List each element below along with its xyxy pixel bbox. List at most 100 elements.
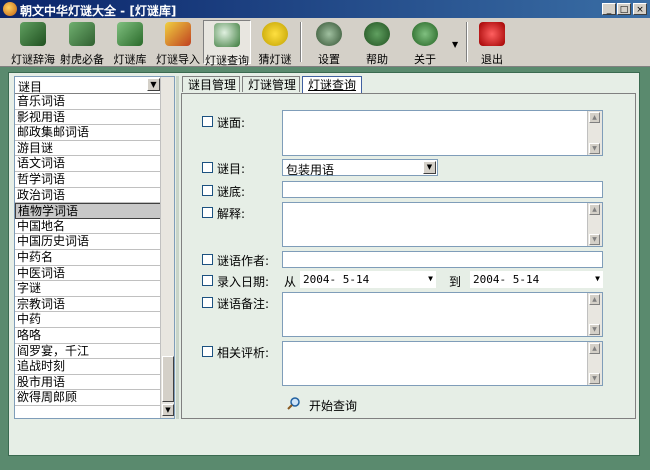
explain-label: 解释: [217, 207, 246, 221]
list-item[interactable]: 游目谜 [15, 141, 161, 157]
app-window: 朝文中华灯谜大全 - [灯谜库] _ □ × 灯谜辞海 射虎必备 灯谜库 灯谜导… [0, 0, 650, 470]
toolbar-button-help[interactable]: 帮助 [356, 20, 398, 66]
comment-checkbox[interactable] [202, 346, 213, 357]
toolbar: 灯谜辞海 射虎必备 灯谜库 灯谜导入 灯谜查询 猜灯谜 设置 帮助 关于 ▼ 退… [0, 18, 650, 67]
date-checkbox[interactable] [202, 275, 213, 286]
category-checkbox[interactable] [202, 162, 213, 173]
scroll-down-icon[interactable]: ▼ [162, 404, 174, 416]
explain-checkbox[interactable] [202, 207, 213, 218]
tab-riddle-search[interactable]: 灯谜查询 [302, 76, 362, 94]
date-label: 录入日期: [217, 275, 270, 289]
toolbar-button-exit[interactable]: 退出 [472, 20, 512, 66]
close-button[interactable]: × [633, 3, 647, 15]
chevron-down-icon[interactable]: ▼ [595, 274, 600, 283]
toolbar-button-import[interactable]: 灯谜导入 [154, 20, 202, 66]
toolbar-separator [300, 22, 302, 62]
list-item[interactable]: 咯咯 [15, 328, 161, 344]
category-combo[interactable]: 谜目 ▼ [15, 77, 161, 94]
tab-riddle-manage[interactable]: 灯谜管理 [242, 76, 300, 92]
list-item[interactable]: 中国地名 [15, 219, 161, 235]
comment-scrollbar[interactable]: ▲ ▼ [587, 342, 602, 385]
import-icon [165, 22, 191, 46]
toolbar-button-search[interactable]: 灯谜查询 [203, 20, 251, 67]
category-list-panel: 谜目 ▼ 音乐词语 影视用语 邮政集邮词语 游目谜 语文词语 哲学词语 政治词语… [14, 76, 175, 419]
app-icon[interactable] [3, 2, 17, 16]
scroll-up-icon[interactable]: ▲ [589, 112, 600, 123]
explain-scrollbar[interactable]: ▲ ▼ [587, 203, 602, 246]
scroll-down-icon[interactable]: ▼ [589, 143, 600, 154]
gear-icon [316, 22, 342, 46]
panel-splitter[interactable] [176, 76, 179, 419]
title-bar: 朝文中华灯谜大全 - [灯谜库] _ □ × [0, 0, 650, 18]
list-item[interactable]: 政治词语 [15, 188, 161, 204]
minimize-button[interactable]: _ [602, 3, 616, 15]
list-item[interactable]: 中药 [15, 312, 161, 328]
scroll-down-icon[interactable]: ▼ [589, 373, 600, 384]
from-date-picker[interactable]: 2004- 5-14 ▼ [300, 271, 436, 288]
chevron-down-icon[interactable]: ▼ [147, 78, 160, 91]
list-item[interactable]: 哲学词语 [15, 172, 161, 188]
riddle-label: 谜面: [217, 116, 246, 130]
power-icon [479, 22, 505, 46]
scroll-up-icon[interactable]: ▲ [589, 343, 600, 354]
tab-category-manage[interactable]: 谜目管理 [182, 76, 240, 92]
start-search-label: 开始查询 [309, 399, 358, 413]
scroll-down-icon[interactable]: ▼ [589, 324, 600, 335]
author-input[interactable] [282, 251, 603, 268]
toolbar-button-guess[interactable]: 猜灯谜 [254, 20, 296, 66]
scrollbar-thumb[interactable] [162, 356, 174, 402]
list-item[interactable]: 股市用语 [15, 375, 161, 391]
category-list: 音乐词语 影视用语 邮政集邮词语 游目谜 语文词语 哲学词语 政治词语 植物学词… [15, 94, 161, 406]
list-item[interactable]: 字谜 [15, 281, 161, 297]
toolbar-separator [466, 22, 468, 62]
remark-checkbox[interactable] [202, 297, 213, 308]
explain-textarea[interactable]: ▲ ▼ [282, 202, 603, 247]
toolbar-button-riddle-library[interactable]: 灯谜库 [108, 20, 152, 66]
list-item[interactable]: 音乐词语 [15, 94, 161, 110]
list-item[interactable]: 阎罗宴，千江 [15, 344, 161, 360]
scroll-up-icon[interactable]: ▲ [589, 204, 600, 215]
toolbar-button-essentials[interactable]: 射虎必备 [58, 20, 106, 66]
list-item[interactable]: 中国历史词语 [15, 234, 161, 250]
riddle-checkbox[interactable] [202, 116, 213, 127]
list-item[interactable]: 邮政集邮词语 [15, 125, 161, 141]
list-scrollbar[interactable]: ▼ [160, 77, 174, 418]
list-item[interactable]: 中药名 [15, 250, 161, 266]
toolbar-button-riddle-dictionary[interactable]: 灯谜辞海 [10, 20, 56, 66]
about-dropdown-arrow-icon[interactable]: ▼ [452, 40, 458, 49]
toolbar-button-settings[interactable]: 设置 [308, 20, 350, 66]
author-label: 谜语作者: [217, 254, 270, 268]
list-item[interactable]: 宗教词语 [15, 297, 161, 313]
list-item[interactable]: 欲得周郎顾 [15, 390, 161, 406]
list-item-selected[interactable]: 植物学词语 [15, 203, 161, 219]
riddle-scrollbar[interactable]: ▲ ▼ [587, 111, 602, 155]
scroll-up-icon[interactable]: ▲ [589, 294, 600, 305]
answer-label: 谜底: [217, 185, 246, 199]
info-icon [412, 22, 438, 46]
to-date-value: 2004- 5-14 [473, 273, 540, 286]
maximize-button[interactable]: □ [617, 3, 631, 15]
category-select[interactable]: 包装用语 ▼ [282, 159, 438, 177]
book-icon [20, 22, 46, 46]
list-item[interactable]: 追战时刻 [15, 359, 161, 375]
author-checkbox[interactable] [202, 254, 213, 265]
chevron-down-icon[interactable]: ▼ [428, 274, 433, 283]
remark-textarea[interactable]: ▲ ▼ [282, 292, 603, 337]
chevron-down-icon[interactable]: ▼ [423, 161, 436, 174]
remark-scrollbar[interactable]: ▲ ▼ [587, 293, 602, 336]
list-item[interactable]: 语文词语 [15, 156, 161, 172]
category-combo-value: 谜目 [18, 80, 43, 94]
toolbar-button-about[interactable]: 关于 [404, 20, 446, 66]
to-date-picker[interactable]: 2004- 5-14 ▼ [470, 271, 603, 288]
list-item[interactable]: 中医词语 [15, 266, 161, 282]
comment-textarea[interactable]: ▲ ▼ [282, 341, 603, 386]
answer-input[interactable] [282, 181, 603, 198]
list-item[interactable]: 影视用语 [15, 110, 161, 126]
search-icon [214, 23, 240, 47]
help-icon [364, 22, 390, 46]
scroll-down-icon[interactable]: ▼ [589, 234, 600, 245]
riddle-textarea[interactable]: ▲ ▼ [282, 110, 603, 156]
answer-checkbox[interactable] [202, 185, 213, 196]
window-title: 朝文中华灯谜大全 - [灯谜库] [20, 4, 177, 18]
magnifier-icon [287, 397, 300, 410]
